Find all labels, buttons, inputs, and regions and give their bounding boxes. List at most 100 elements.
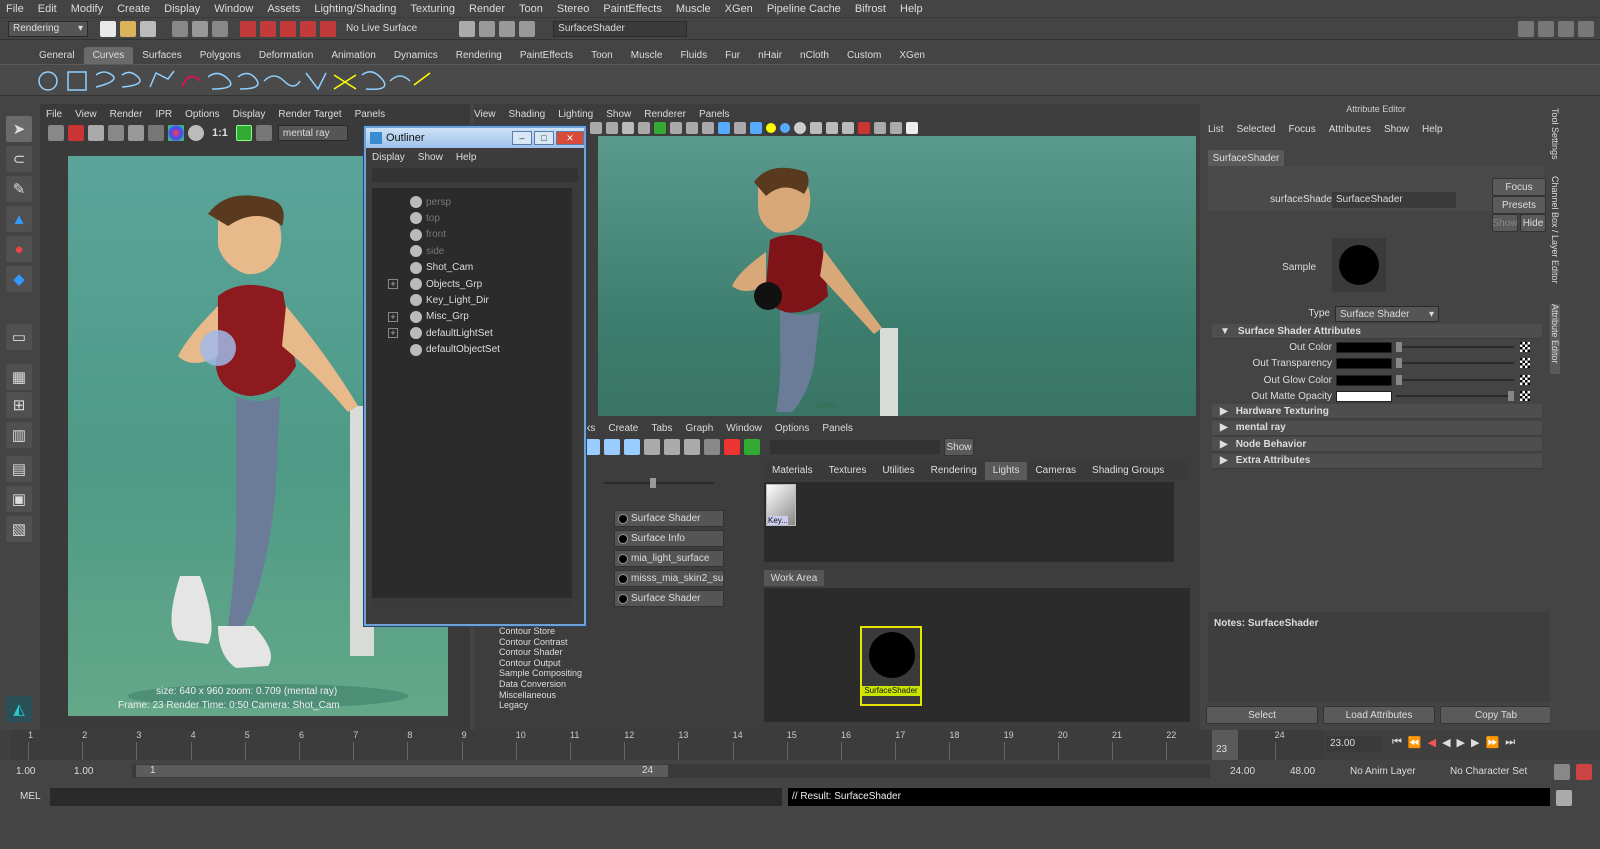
step-forward-frame-icon[interactable]: ▶ [1471,736,1479,749]
film-gate-icon[interactable] [890,122,902,134]
attr-color-swatch[interactable] [1336,374,1392,386]
render-region-icon[interactable] [68,125,84,141]
outliner-item-defaultlightset[interactable]: + defaultLightSet [372,325,572,341]
presets-button[interactable]: Presets [1492,196,1546,214]
snapshot-icon[interactable] [88,125,104,141]
refresh-icon[interactable] [128,125,144,141]
script-editor-icon[interactable] [1556,790,1572,806]
time-slider[interactable]: 123456789101112131415161718192021222324 … [0,730,1600,760]
use-lights-icon[interactable] [766,123,776,133]
render-current-icon[interactable] [459,20,476,37]
attr-color-swatch[interactable] [1336,391,1392,403]
redo-render-icon[interactable] [48,125,64,141]
shelf-tab-ncloth[interactable]: nCloth [791,47,838,64]
section-node-behavior[interactable]: ▶ Node Behavior [1212,437,1542,453]
menu-window[interactable]: Window [214,3,253,15]
alpha-channel-icon[interactable] [188,125,204,141]
step-forward-key-icon[interactable]: ⏩ [1485,736,1499,749]
menu-list[interactable]: List [1208,124,1224,135]
select-tool-icon[interactable]: ➤ [6,116,32,142]
playback-end-field[interactable]: 24.00 [1230,766,1255,777]
persp-view[interactable] [598,136,1196,416]
create-node-item[interactable]: misss_mia_skin2_su... [614,570,724,587]
show-top-tabs-icon[interactable] [704,439,720,455]
menu-show[interactable]: Show [1384,124,1409,135]
last-tool-icon[interactable]: ▭ [6,324,32,350]
cube2-icon[interactable] [734,122,746,134]
paint-select-icon[interactable]: ✎ [6,176,32,202]
toggle-attribute-editor-icon[interactable] [1538,20,1554,37]
renderer-dropdown[interactable]: mental ray [277,125,348,141]
show-both-tabs-icon[interactable] [744,439,760,455]
menu-stereo[interactable]: Stereo [557,3,589,15]
attr-color-swatch[interactable] [1336,358,1392,370]
menu-panels[interactable]: Panels [699,109,730,120]
play-forward-icon[interactable]: ▶ [1457,736,1465,749]
menu-help[interactable]: Help [1422,124,1443,135]
ipr-render-icon[interactable] [479,20,496,37]
shelf-tab-polygons[interactable]: Polygons [191,47,250,64]
graph-up-down-icon[interactable] [604,439,620,455]
focus-button[interactable]: Focus [1492,178,1546,196]
select-button[interactable]: Select [1206,706,1318,724]
start-time-field[interactable]: 1.00 [16,766,35,777]
expand-icon[interactable]: + [388,328,398,339]
map-button-icon[interactable] [1520,358,1530,369]
command-input[interactable] [50,788,782,806]
auto-key-icon[interactable] [1554,764,1570,780]
outliner-hscrollbar[interactable] [372,600,572,610]
new-scene-icon[interactable] [100,20,116,37]
menu-render[interactable]: Render [110,109,143,120]
outliner-item-persp[interactable]: persp [372,194,572,210]
menu-set-dropdown[interactable]: Rendering ▾ [8,20,88,37]
hypershade-icon[interactable] [519,20,536,37]
node-name-field[interactable]: SurfaceShader [1332,192,1456,208]
menu-lighting[interactable]: Lighting [558,109,593,120]
copy-tab-button[interactable]: Copy Tab [1440,706,1552,724]
menu-window[interactable]: Window [726,423,762,434]
map-button-icon[interactable] [1520,391,1530,402]
lasso-tool-icon[interactable]: ⊂ [6,146,32,172]
close-icon[interactable]: ✕ [556,131,584,145]
go-to-end-icon[interactable]: ⏭ [1505,736,1515,749]
snap-curve-icon[interactable] [260,20,276,37]
key-light-swatch[interactable]: Key... [766,484,796,526]
menu-lighting-shading[interactable]: Lighting/Shading [314,3,396,15]
category-item[interactable]: Data Conversion [482,679,602,690]
shadows-icon[interactable] [686,122,698,134]
expand-icon[interactable]: + [388,311,398,322]
menu-renderer[interactable]: Renderer [644,109,686,120]
attr-slider[interactable] [1396,374,1514,385]
category-item[interactable]: Legacy [482,700,602,711]
make-live-icon[interactable] [320,20,336,37]
shelf-tab-custom[interactable]: Custom [838,47,890,64]
hypershade-search-field[interactable] [770,440,940,454]
outliner-item-top[interactable]: top [372,210,572,226]
icon-size-slider[interactable] [594,478,734,488]
menu-help[interactable]: Help [900,3,923,15]
xray-icon[interactable] [654,122,666,134]
graph-input-output-icon[interactable] [624,439,640,455]
category-item[interactable]: Contour Output [482,658,602,669]
toggle-channel-box-icon[interactable] [1558,20,1574,37]
ambient-icon[interactable] [780,123,790,133]
menu-options[interactable]: Options [185,109,219,120]
menu-tabs[interactable]: Tabs [651,423,672,434]
shelf-tab-nhair[interactable]: nHair [749,47,791,64]
shelf-tab-muscle[interactable]: Muscle [622,47,672,64]
smooth-shade-icon[interactable] [622,122,634,134]
play-backward-icon[interactable]: ◀ [1442,736,1450,749]
shelf-tab-surfaces[interactable]: Surfaces [133,47,190,64]
shelf-tab-dynamics[interactable]: Dynamics [385,47,447,64]
toggle-create-bar-icon[interactable] [584,439,600,455]
layout-hypershade-icon[interactable]: ▧ [6,516,32,542]
current-frame-marker[interactable]: 23 [1212,730,1238,760]
work-area[interactable]: SurfaceShader [764,588,1190,722]
maximize-icon[interactable]: □ [534,131,554,145]
step-back-frame-icon[interactable]: ◀ [1428,736,1436,749]
shelf-tab-fluids[interactable]: Fluids [671,47,716,64]
menu-create[interactable]: Create [117,3,150,15]
menu-graph[interactable]: Graph [685,423,713,434]
step-back-key-icon[interactable]: ⏪ [1408,736,1422,749]
color-channels-icon[interactable] [168,125,184,141]
